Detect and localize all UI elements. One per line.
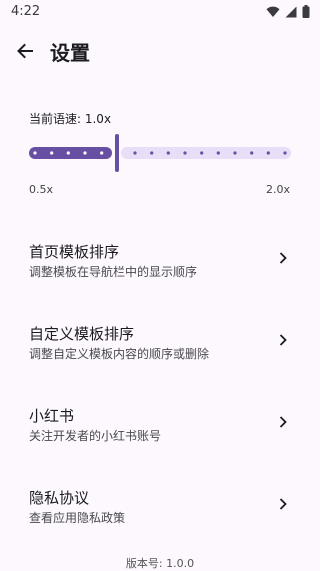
arrow-back-icon [17,43,33,59]
status-icons [266,5,310,18]
setting-subtitle: 查看应用隐私政策 [29,511,126,525]
chevron-right-icon [279,252,287,264]
slider-tick-dot [150,151,154,155]
setting-title: 自定义模板排序 [29,325,135,343]
slider-tick-dot [283,151,287,155]
slider-tick-dot [183,151,187,155]
status-bar: 4:22 [0,0,320,24]
speech-rate-slider[interactable] [29,132,291,174]
chevron-right-icon [279,416,287,428]
chevron-right-icon [279,334,287,346]
slider-tick-dot [233,151,237,155]
app-bar: 设置 [0,24,320,76]
wifi-icon [266,6,280,17]
speed-label: 当前语速: 1.0x [29,112,112,126]
slider-max-label: 2.0x [265,183,290,196]
slider-tick-dot [133,151,137,155]
slider-tick-dot [250,151,254,155]
slider-tick-dot [33,151,37,155]
slider-tick-dot [83,151,87,155]
setting-subtitle: 调整自定义模板内容的顺序或删除 [29,347,210,361]
slider-tick-dot [216,151,220,155]
slider-tick-dot [50,151,54,155]
setting-privacy-policy[interactable]: 隐私协议 查看应用隐私政策 [0,487,320,547]
version-label: 版本号: 1.0.0 [125,557,195,570]
setting-custom-template-order[interactable]: 自定义模板排序 调整自定义模板内容的顺序或删除 [0,323,320,383]
slider-graphic [29,134,291,172]
setting-title: 首页模板排序 [29,243,120,261]
slider-min-label: 0.5x [29,183,54,196]
chevron-right-icon [279,498,287,510]
slider-tick-dot [100,151,104,155]
slider-tick-dot [266,151,270,155]
slider-tick-dot [66,151,70,155]
battery-icon [302,5,310,18]
slider-track-inactive [121,147,291,159]
back-button[interactable] [12,38,38,64]
slider-thumb[interactable] [115,134,119,172]
slider-track-active [29,147,112,159]
slider-tick-dot [200,151,204,155]
page-title: 设置 [50,41,90,65]
cellular-signal-icon [285,6,297,17]
setting-title: 小红书 [29,407,75,425]
status-time: 4:22 [11,4,41,19]
setting-xiaohongshu[interactable]: 小红书 关注开发者的小红书账号 [0,405,320,465]
setting-home-template-order[interactable]: 首页模板排序 调整模板在导航栏中的显示顺序 [0,241,320,301]
slider-tick-dot [166,151,170,155]
setting-subtitle: 关注开发者的小红书账号 [29,429,162,443]
setting-subtitle: 调整模板在导航栏中的显示顺序 [29,265,198,279]
setting-title: 隐私协议 [29,489,90,507]
